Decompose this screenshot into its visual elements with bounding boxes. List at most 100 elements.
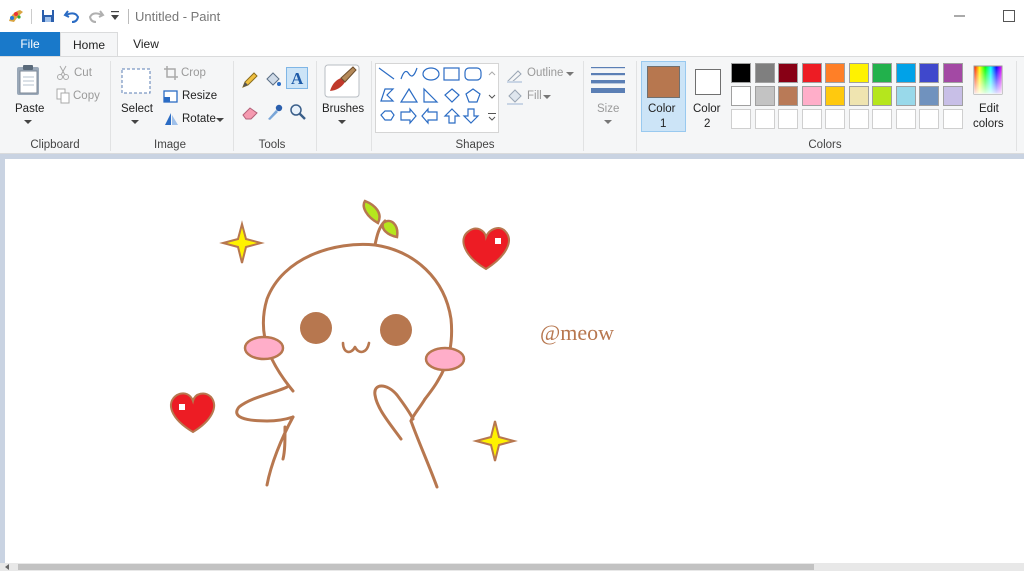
crop-icon[interactable] — [163, 65, 179, 81]
select-icon[interactable] — [120, 67, 152, 95]
color-swatch[interactable] — [872, 63, 892, 83]
outline-dropdown-icon[interactable] — [566, 71, 574, 77]
color-swatch[interactable] — [825, 63, 845, 83]
color-swatch[interactable] — [942, 63, 963, 83]
pencil-icon[interactable] — [241, 71, 259, 89]
color2-label[interactable]: Color — [693, 103, 720, 115]
color-swatch[interactable] — [825, 86, 845, 106]
custom-color-slot[interactable] — [801, 109, 822, 129]
scrollbar-thumb[interactable] — [18, 564, 814, 570]
color-swatch[interactable] — [942, 86, 963, 106]
group-separator — [371, 61, 372, 151]
rotate-dropdown-icon[interactable] — [216, 117, 224, 123]
paste-dropdown-icon[interactable] — [24, 119, 32, 125]
paste-icon[interactable] — [14, 63, 44, 99]
undo-icon[interactable] — [63, 7, 81, 25]
color-swatch[interactable] — [848, 63, 869, 83]
drawing-canvas[interactable]: @meow — [5, 159, 1024, 563]
outline-icon[interactable] — [506, 67, 524, 83]
custom-color-slot[interactable] — [825, 109, 845, 129]
color-swatch[interactable] — [919, 86, 939, 106]
fill-bucket-icon[interactable] — [264, 71, 282, 89]
color-swatch[interactable] — [801, 63, 822, 83]
custom-color-slot[interactable] — [895, 109, 916, 129]
brushes-icon[interactable] — [323, 63, 361, 99]
crop-button[interactable]: Crop — [181, 67, 206, 79]
customize-quick-access-icon[interactable] — [110, 10, 120, 22]
minimize-button[interactable] — [950, 6, 970, 26]
fill-dropdown-icon[interactable] — [543, 94, 551, 100]
select-button[interactable]: Select — [121, 103, 153, 115]
svg-text:A: A — [291, 69, 304, 88]
tab-view[interactable]: View — [120, 32, 172, 56]
save-icon[interactable] — [40, 8, 56, 24]
group-separator — [110, 61, 111, 151]
resize-icon[interactable] — [163, 88, 179, 104]
shapes-scroll-icon[interactable] — [487, 69, 497, 125]
scroll-left-icon[interactable] — [4, 564, 10, 570]
tab-file[interactable]: File — [0, 32, 60, 56]
color2-swatch[interactable] — [695, 69, 721, 95]
brushes-dropdown-icon[interactable] — [338, 119, 346, 125]
cut-button[interactable]: Cut — [74, 67, 92, 79]
resize-button[interactable]: Resize — [182, 90, 217, 102]
custom-color-slot[interactable] — [942, 109, 963, 129]
color-swatch[interactable] — [731, 86, 751, 106]
custom-color-slot[interactable] — [778, 109, 798, 129]
image-group-label: Image — [154, 139, 186, 151]
copy-icon[interactable] — [56, 88, 70, 104]
color1-label[interactable]: Color — [648, 103, 675, 115]
eraser-icon[interactable] — [241, 105, 259, 121]
magnifier-icon[interactable] — [289, 103, 307, 121]
color-swatch[interactable] — [895, 63, 916, 83]
size-dropdown-icon[interactable] — [604, 119, 612, 125]
color-swatch[interactable] — [731, 63, 751, 83]
title-bar: Untitled - Paint — [0, 0, 1024, 32]
tab-home[interactable]: Home — [60, 32, 118, 57]
paint-app-icon[interactable] — [6, 6, 26, 26]
edit-colors-button-line2[interactable]: colors — [973, 118, 1004, 130]
edit-colors-icon[interactable] — [973, 65, 1003, 95]
color1-swatch[interactable] — [647, 66, 680, 98]
size-button[interactable]: Size — [597, 103, 619, 115]
color-swatch[interactable] — [801, 86, 822, 106]
edit-colors-button[interactable]: Edit — [979, 103, 999, 115]
custom-color-slot[interactable] — [919, 109, 939, 129]
rotate-button[interactable]: Rotate — [182, 113, 216, 125]
color1-number: 1 — [660, 118, 667, 130]
group-separator — [1016, 61, 1017, 151]
cut-icon[interactable] — [56, 65, 70, 81]
fill-button[interactable]: Fill — [527, 90, 542, 102]
color-swatch[interactable] — [754, 63, 775, 83]
brushes-button[interactable]: Brushes — [322, 103, 364, 115]
color2-number: 2 — [704, 118, 711, 130]
size-icon[interactable] — [590, 65, 626, 97]
custom-color-slot[interactable] — [848, 109, 869, 129]
color-swatch[interactable] — [872, 86, 892, 106]
copy-button[interactable]: Copy — [73, 90, 100, 102]
redo-icon[interactable] — [87, 7, 105, 25]
select-dropdown-icon[interactable] — [131, 119, 139, 125]
fill-icon[interactable] — [506, 88, 524, 106]
group-separator — [636, 61, 637, 151]
custom-color-slot[interactable] — [872, 109, 892, 129]
color-swatch[interactable] — [754, 86, 775, 106]
color-swatch[interactable] — [919, 63, 939, 83]
menu-bar: File Home View — [0, 32, 1024, 57]
color-picker-icon[interactable] — [265, 103, 283, 121]
color-swatch[interactable] — [778, 63, 798, 83]
color-swatch[interactable] — [848, 86, 869, 106]
custom-color-slot[interactable] — [754, 109, 775, 129]
rotate-icon[interactable] — [163, 111, 179, 127]
color-swatch[interactable] — [778, 86, 798, 106]
maximize-button[interactable] — [999, 6, 1019, 26]
text-tool-button[interactable]: A — [286, 67, 308, 89]
shapes-gallery-icons[interactable] — [377, 65, 487, 129]
color-swatch[interactable] — [895, 86, 916, 106]
outline-button[interactable]: Outline — [527, 67, 563, 79]
canvas-drawing: @meow — [169, 199, 614, 489]
horizontal-scrollbar[interactable] — [0, 563, 1024, 571]
custom-color-slot[interactable] — [731, 109, 751, 129]
group-separator — [316, 61, 317, 151]
paste-button[interactable]: Paste — [15, 103, 44, 115]
